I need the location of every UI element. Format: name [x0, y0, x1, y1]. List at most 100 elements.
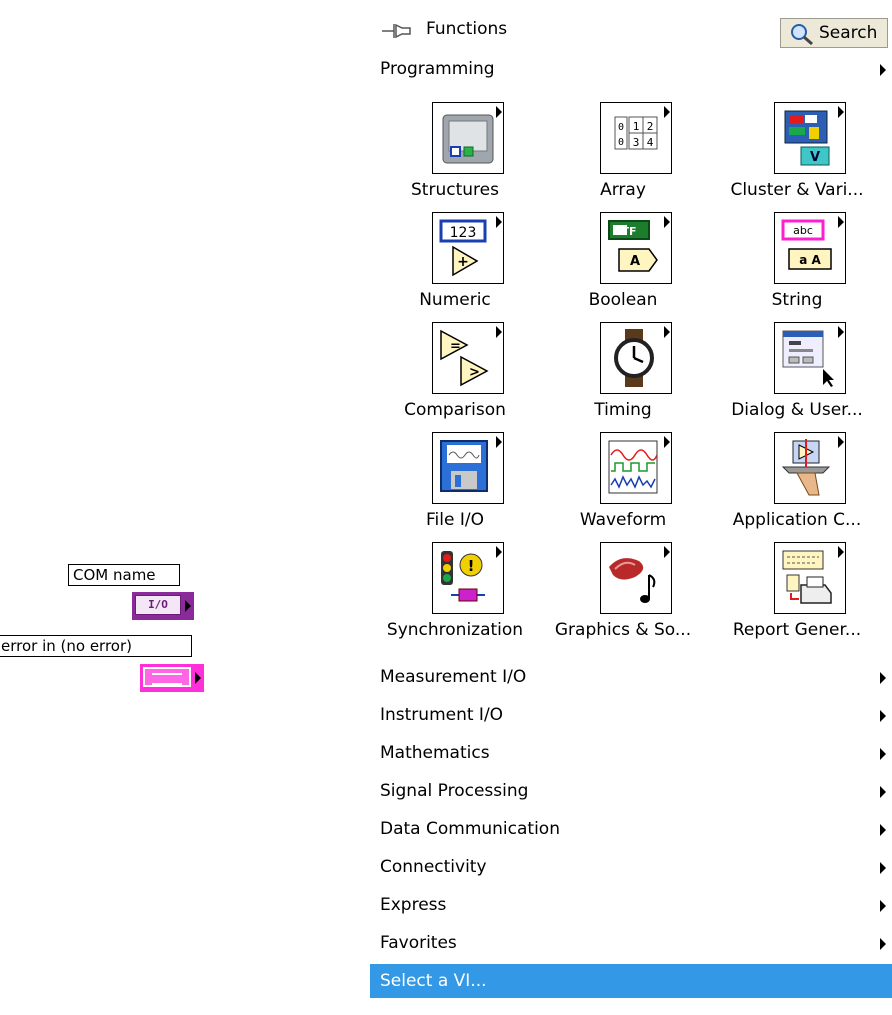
string-icon: abc a A: [774, 212, 846, 284]
tile-cluster[interactable]: V Cluster & Vari...: [722, 96, 872, 208]
submenu-arrow-icon: [880, 786, 886, 798]
tile-label: Graphics & So...: [554, 620, 692, 640]
tile-dialog[interactable]: Dialog & User...: [722, 316, 872, 428]
submenu-arrow-icon: [880, 862, 886, 874]
submenu-arrow-icon: [496, 216, 502, 228]
category-favorites[interactable]: Favorites: [370, 926, 892, 960]
tile-label: Report Gener...: [732, 620, 862, 640]
svg-text:>: >: [469, 365, 480, 380]
tile-label: Array: [600, 180, 646, 200]
error-cluster-icon: [143, 667, 191, 687]
svg-text:a A: a A: [799, 253, 821, 267]
submenu-arrow-icon: [838, 106, 844, 118]
category-programming[interactable]: Programming: [370, 52, 892, 86]
tile-label: Application C...: [732, 510, 862, 530]
submenu-arrow-icon: [496, 546, 502, 558]
submenu-arrow-icon: [880, 672, 886, 684]
submenu-arrow-icon: [664, 546, 670, 558]
category-measurement-i-o[interactable]: Measurement I/O: [370, 660, 892, 694]
search-icon: [789, 22, 815, 55]
submenu-arrow-icon: [880, 938, 886, 950]
svg-text:0: 0: [618, 122, 624, 133]
svg-text:!: !: [468, 557, 475, 575]
category-label: Programming: [380, 59, 495, 79]
submenu-arrow-icon: [838, 326, 844, 338]
numeric-icon: 123 +: [432, 212, 504, 284]
tile-string[interactable]: abc a A String: [722, 206, 872, 318]
tile-label: Structures: [411, 180, 499, 200]
tile-label: String: [771, 290, 823, 310]
select-vi-item[interactable]: Select a VI...: [370, 964, 892, 998]
tile-report-generation[interactable]: Report Gener...: [722, 536, 872, 648]
tile-label: Boolean: [588, 290, 658, 310]
com-name-label[interactable]: COM name: [68, 564, 180, 586]
submenu-arrow-icon: [664, 216, 670, 228]
error-in-terminal[interactable]: [140, 664, 204, 692]
submenu-arrow-icon: [838, 546, 844, 558]
category-data-communication[interactable]: Data Communication: [370, 812, 892, 846]
category-label: Data Communication: [380, 819, 560, 839]
tile-label: Timing: [594, 400, 652, 420]
tile-synchronization[interactable]: ! Synchronization: [380, 536, 530, 648]
tile-numeric[interactable]: 123 + Numeric: [380, 206, 530, 318]
category-mathematics[interactable]: Mathematics: [370, 736, 892, 770]
tile-waveform[interactable]: Waveform: [548, 426, 698, 538]
submenu-arrow-icon: [496, 106, 502, 118]
boolean-icon: TF A: [600, 212, 672, 284]
category-label: Measurement I/O: [380, 667, 527, 687]
category-instrument-i-o[interactable]: Instrument I/O: [370, 698, 892, 732]
timing-icon: [600, 322, 672, 394]
svg-text:1: 1: [633, 120, 640, 133]
category-label: Mathematics: [380, 743, 490, 763]
pin-icon[interactable]: [380, 20, 420, 46]
tile-label: File I/O: [426, 510, 484, 530]
terminal-arrow-icon: [185, 600, 191, 612]
error-in-label[interactable]: error in (no error): [0, 635, 192, 657]
category-signal-processing[interactable]: Signal Processing: [370, 774, 892, 808]
functions-palette: Functions Search Programming Structures …: [370, 10, 892, 1015]
svg-text:3: 3: [633, 136, 640, 149]
svg-text:abc: abc: [793, 224, 813, 237]
search-label: Search: [819, 23, 878, 43]
tile-label: Dialog & User...: [731, 400, 863, 420]
palette-header: Functions Search: [370, 10, 892, 50]
category-label: Express: [380, 895, 447, 915]
tile-label: Cluster & Vari...: [730, 180, 864, 200]
submenu-arrow-icon: [664, 436, 670, 448]
submenu-arrow-icon: [838, 436, 844, 448]
graphics-sound-icon: [600, 542, 672, 614]
svg-text:2: 2: [647, 120, 654, 133]
category-connectivity[interactable]: Connectivity: [370, 850, 892, 884]
category-label: Signal Processing: [380, 781, 529, 801]
com-name-terminal[interactable]: I/O: [132, 592, 194, 620]
search-button[interactable]: Search: [780, 18, 888, 48]
tile-file-io[interactable]: File I/O: [380, 426, 530, 538]
category-express[interactable]: Express: [370, 888, 892, 922]
palette-title: Functions: [426, 19, 508, 39]
tile-array[interactable]: 0 1 2 0 3 4 Array: [548, 96, 698, 208]
svg-text:4: 4: [647, 136, 654, 149]
dialog-icon: [774, 322, 846, 394]
report-generation-icon: [774, 542, 846, 614]
file-io-icon: [432, 432, 504, 504]
svg-text:=: =: [450, 339, 461, 354]
tile-boolean[interactable]: TF A Boolean: [548, 206, 698, 318]
svg-text:123: 123: [450, 225, 477, 241]
tile-label: Synchronization: [386, 620, 524, 640]
terminal-arrow-icon: [195, 672, 201, 684]
category-label: Instrument I/O: [380, 705, 504, 725]
submenu-arrow-icon: [664, 106, 670, 118]
structures-icon: [432, 102, 504, 174]
tile-structures[interactable]: Structures: [380, 96, 530, 208]
cluster-icon: V: [774, 102, 846, 174]
category-label: Connectivity: [380, 857, 487, 877]
com-terminal-text: I/O: [135, 595, 181, 615]
svg-text:V: V: [810, 150, 820, 165]
svg-text:0: 0: [618, 137, 624, 148]
tile-label: Numeric: [419, 290, 491, 310]
tile-comparison[interactable]: = > Comparison: [380, 316, 530, 428]
tile-application-control[interactable]: Application C...: [722, 426, 872, 538]
submenu-arrow-icon: [880, 824, 886, 836]
tile-graphics-sound[interactable]: Graphics & So...: [548, 536, 698, 648]
tile-timing[interactable]: Timing: [548, 316, 698, 428]
